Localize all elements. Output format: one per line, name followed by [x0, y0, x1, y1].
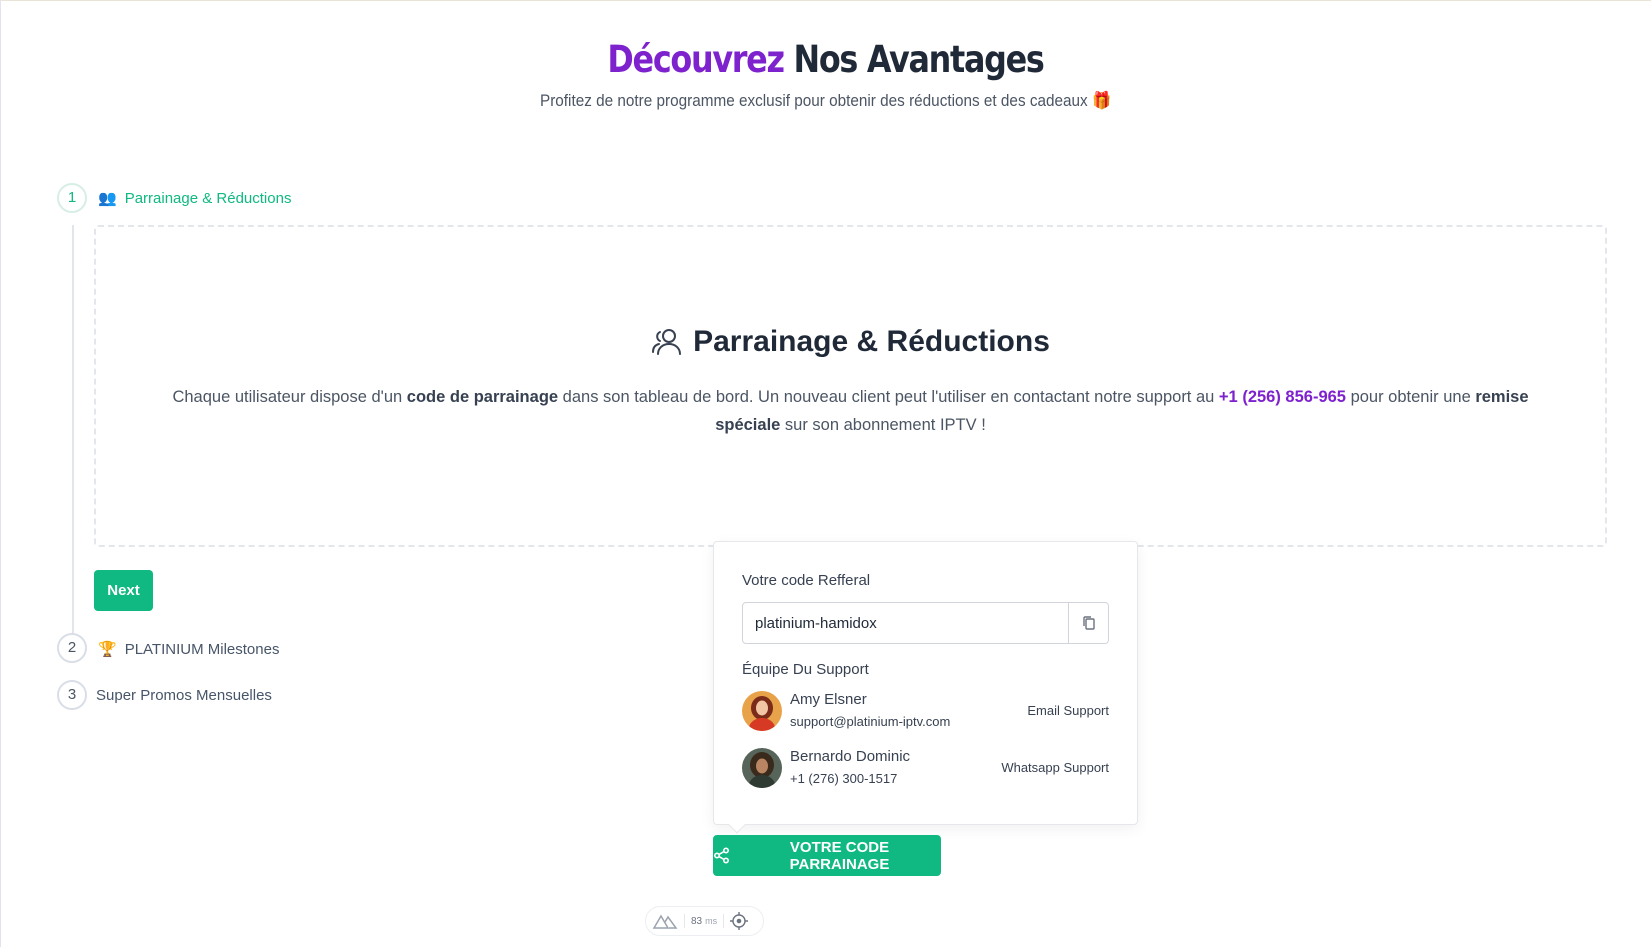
step-2-number[interactable]: 2	[57, 633, 87, 663]
step-2-header[interactable]: 🏆 PLATINIUM Milestones	[98, 640, 280, 659]
support-phone: +1 (256) 856-965	[1218, 388, 1346, 406]
users-icon	[652, 329, 682, 355]
step-1-header[interactable]: 👥 Parrainage & Réductions	[98, 189, 292, 208]
step-1-label: Parrainage & Réductions	[124, 189, 292, 207]
referral-popover: Votre code Refferal Équipe Du Support Am…	[713, 541, 1138, 834]
hero-section: Découvrez Nos Avantages Profitez de notr…	[0, 38, 1651, 111]
avatar	[742, 691, 782, 731]
title-accent: Découvrez	[607, 38, 785, 81]
contact-name: Amy Elsner	[790, 691, 867, 708]
contact-email: support@platinium-iptv.com	[790, 714, 951, 729]
top-border	[0, 0, 1651, 1]
page-title: Découvrez Nos Avantages	[116, 38, 1536, 81]
trophy-icon: 🏆	[98, 641, 117, 658]
referral-code-group	[742, 602, 1109, 644]
contact-phone: +1 (276) 300-1517	[790, 771, 898, 786]
step-3-number[interactable]: 3	[57, 680, 87, 710]
perf-widget: 83 ms	[645, 906, 764, 936]
perf-value: 83	[691, 915, 703, 927]
whatsapp-support-link[interactable]: Whatsapp Support	[1001, 760, 1109, 775]
support-team-label: Équipe Du Support	[742, 661, 869, 678]
step-1-number[interactable]: 1	[57, 183, 87, 213]
panel-description: Chaque utilisateur dispose d'un code de …	[141, 383, 1561, 439]
share-icon	[713, 847, 730, 864]
avatar	[742, 748, 782, 788]
step-3-label: Super Promos Mensuelles	[96, 687, 272, 704]
contact-name: Bernardo Dominic	[790, 748, 911, 765]
stepper-line	[72, 225, 74, 635]
desc-part-3: pour obtenir une	[1345, 388, 1476, 406]
left-border	[0, 0, 1, 947]
popover-arrow	[728, 816, 746, 834]
copy-icon	[1082, 616, 1095, 630]
referral-code-label: Votre code Refferal	[742, 572, 871, 589]
title-rest: Nos Avantages	[783, 38, 1044, 81]
perf-separator	[723, 914, 725, 928]
email-support-link[interactable]: Email Support	[1027, 703, 1109, 718]
step-1-content-panel: Parrainage & Réductions Chaque utilisate…	[94, 225, 1607, 547]
perf-unit: ms	[705, 916, 718, 926]
desc-part-1: Chaque utilisateur dispose d'un	[172, 388, 407, 406]
contact-item: Bernardo Dominic +1 (276) 300-1517 Whats…	[742, 748, 1109, 788]
users-emoji-icon: 👥	[98, 190, 117, 207]
panel-title: Parrainage & Réductions	[96, 325, 1605, 359]
desc-part-4: sur son abonnement IPTV !	[780, 416, 986, 434]
contact-item: Amy Elsner support@platinium-iptv.com Em…	[742, 691, 1109, 731]
panel-title-text: Parrainage & Réductions	[693, 325, 1050, 358]
referral-code-button[interactable]: VOTRE CODE PARRAINAGE	[713, 835, 941, 876]
step-3-header[interactable]: Super Promos Mensuelles	[96, 687, 272, 704]
next-button[interactable]: Next	[94, 570, 153, 611]
nuxt-logo-icon	[652, 914, 678, 929]
crosshair-icon[interactable]	[730, 912, 749, 930]
perf-separator	[684, 914, 685, 928]
referral-code-input[interactable]	[743, 603, 1068, 643]
page-subtitle: Profitez de notre programme exclusif pou…	[539, 91, 1111, 110]
step-2-label: PLATINIUM Milestones	[124, 640, 280, 658]
desc-bold-1: code de parrainage	[406, 388, 559, 406]
copy-button[interactable]	[1068, 603, 1108, 643]
referral-code-button-label: VOTRE CODE PARRAINAGE	[789, 838, 890, 873]
desc-part-2: dans son tableau de bord. Un nouveau cli…	[558, 388, 1219, 406]
